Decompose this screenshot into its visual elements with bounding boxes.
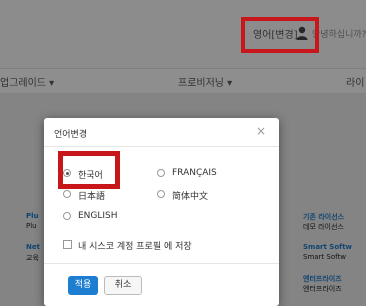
radio-japanese[interactable] <box>63 190 71 198</box>
cancel-button[interactable]: 취소 <box>104 276 142 295</box>
language-link-highlight <box>241 17 319 53</box>
divider <box>44 146 279 147</box>
radio-french[interactable] <box>157 169 165 177</box>
divider <box>44 263 279 264</box>
apply-button[interactable]: 적용 <box>68 276 98 295</box>
save-profile-label[interactable]: 내 시스코 계정 프로필 에 저장 <box>78 239 192 252</box>
korean-option-highlight <box>58 151 120 189</box>
dialog-title: 언어변경 <box>54 130 88 140</box>
radio-english[interactable] <box>63 212 71 220</box>
save-profile-checkbox[interactable] <box>63 240 72 249</box>
option-label-chinese[interactable]: 简体中文 <box>172 189 208 202</box>
close-icon[interactable]: × <box>256 124 266 138</box>
option-label-english[interactable]: ENGLISH <box>78 211 118 221</box>
option-label-japanese[interactable]: 日本語 <box>78 189 105 202</box>
option-label-french[interactable]: FRANÇAIS <box>172 168 217 178</box>
language-change-dialog: 언어변경 × 한국어 FRANÇAIS 日本語 简体中文 ENGLISH 내 시… <box>44 118 279 306</box>
radio-chinese[interactable] <box>157 190 165 198</box>
